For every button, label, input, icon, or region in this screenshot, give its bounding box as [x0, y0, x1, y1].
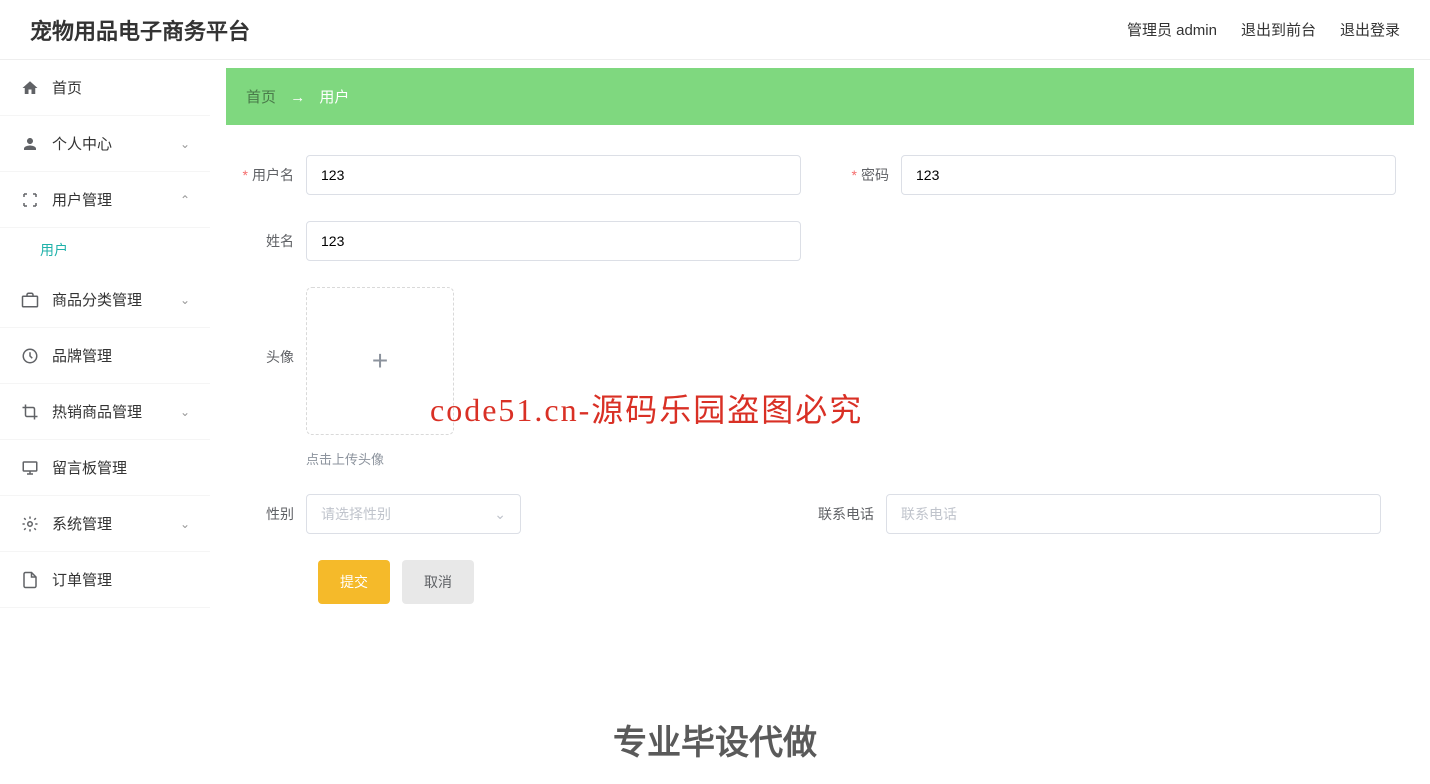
- sidebar-label: 品牌管理: [52, 345, 112, 366]
- sidebar-label: 系统管理: [52, 513, 112, 534]
- monitor-icon: [20, 458, 40, 478]
- user-icon: [20, 134, 40, 154]
- form-group-password: 密码: [831, 155, 1396, 195]
- avatar-upload[interactable]: +: [306, 287, 454, 435]
- form-group-username: 用户名: [236, 155, 801, 195]
- name-label: 姓名: [236, 221, 306, 251]
- username-label: 用户名: [236, 155, 306, 185]
- sidebar-subitem-user[interactable]: 用户: [0, 228, 210, 272]
- password-label: 密码: [831, 155, 901, 185]
- chevron-down-icon: ⌄: [180, 517, 190, 531]
- sidebar-item-brand[interactable]: 品牌管理: [0, 328, 210, 384]
- chevron-down-icon: ⌄: [180, 293, 190, 307]
- expand-icon: [20, 190, 40, 210]
- briefcase-icon: [20, 290, 40, 310]
- chevron-up-icon: ⌃: [180, 193, 190, 207]
- gender-placeholder: 请选择性别: [321, 504, 391, 524]
- breadcrumb-arrow: →: [290, 89, 305, 106]
- main-layout: 首页 个人中心 ⌄ 用户管理 ⌃ 用户 商品分类管理 ⌄ 品牌管理 热销商品管理…: [0, 60, 1430, 784]
- chevron-down-icon: ⌄: [180, 405, 190, 419]
- sidebar-label: 首页: [52, 77, 82, 98]
- form-group-name: 姓名: [236, 221, 801, 261]
- phone-label: 联系电话: [816, 494, 886, 524]
- password-input[interactable]: [901, 155, 1396, 195]
- form-group-gender: 性别 请选择性别 ⌄: [236, 494, 521, 534]
- sidebar-item-order[interactable]: 订单管理: [0, 552, 210, 608]
- sidebar-item-system[interactable]: 系统管理 ⌄: [0, 496, 210, 552]
- breadcrumb: 首页 → 用户: [226, 68, 1414, 125]
- chevron-down-icon: ⌄: [180, 137, 190, 151]
- clock-icon: [20, 346, 40, 366]
- admin-label[interactable]: 管理员 admin: [1127, 19, 1217, 40]
- sidebar-item-home[interactable]: 首页: [0, 60, 210, 116]
- sidebar-item-hot[interactable]: 热销商品管理 ⌄: [0, 384, 210, 440]
- sidebar-label: 留言板管理: [52, 457, 127, 478]
- app-title: 宠物用品电子商务平台: [30, 14, 250, 46]
- sidebar-item-category[interactable]: 商品分类管理 ⌄: [0, 272, 210, 328]
- sidebar-label: 用户管理: [52, 189, 112, 210]
- sidebar-label: 订单管理: [52, 569, 112, 590]
- exit-to-front-link[interactable]: 退出到前台: [1241, 19, 1316, 40]
- name-input[interactable]: [306, 221, 801, 261]
- sidebar: 首页 个人中心 ⌄ 用户管理 ⌃ 用户 商品分类管理 ⌄ 品牌管理 热销商品管理…: [0, 60, 210, 784]
- sidebar-label: 热销商品管理: [52, 401, 142, 422]
- header-right: 管理员 admin 退出到前台 退出登录: [1127, 19, 1400, 40]
- plus-icon: +: [372, 345, 388, 377]
- main-content: 首页 → 用户 用户名 密码 姓名: [210, 60, 1430, 784]
- sidebar-item-profile[interactable]: 个人中心 ⌄: [0, 116, 210, 172]
- crop-icon: [20, 402, 40, 422]
- gender-label: 性别: [236, 494, 306, 524]
- header: 宠物用品电子商务平台 管理员 admin 退出到前台 退出登录: [0, 0, 1430, 60]
- user-form: 用户名 密码 姓名 头像 +: [226, 155, 1414, 604]
- form-group-phone: 联系电话: [816, 494, 1381, 534]
- gear-icon: [20, 514, 40, 534]
- sidebar-label: 个人中心: [52, 133, 112, 154]
- username-input[interactable]: [306, 155, 801, 195]
- gender-select[interactable]: 请选择性别 ⌄: [306, 494, 521, 534]
- phone-input[interactable]: [886, 494, 1381, 534]
- form-actions: 提交 取消: [318, 560, 1404, 604]
- sidebar-label: 商品分类管理: [52, 289, 142, 310]
- footer-text: 专业毕设代做: [613, 715, 817, 764]
- chevron-down-icon: ⌄: [494, 506, 506, 523]
- logout-link[interactable]: 退出登录: [1340, 19, 1400, 40]
- form-group-avatar: 头像 + 点击上传头像: [236, 287, 454, 468]
- document-icon: [20, 570, 40, 590]
- sidebar-item-user-mgmt[interactable]: 用户管理 ⌃: [0, 172, 210, 228]
- home-icon: [20, 78, 40, 98]
- avatar-hint: 点击上传头像: [306, 449, 454, 468]
- breadcrumb-current: 用户: [319, 89, 349, 106]
- breadcrumb-home[interactable]: 首页: [246, 89, 276, 106]
- avatar-label: 头像: [236, 287, 306, 367]
- sidebar-item-message[interactable]: 留言板管理: [0, 440, 210, 496]
- cancel-button[interactable]: 取消: [402, 560, 474, 604]
- submit-button[interactable]: 提交: [318, 560, 390, 604]
